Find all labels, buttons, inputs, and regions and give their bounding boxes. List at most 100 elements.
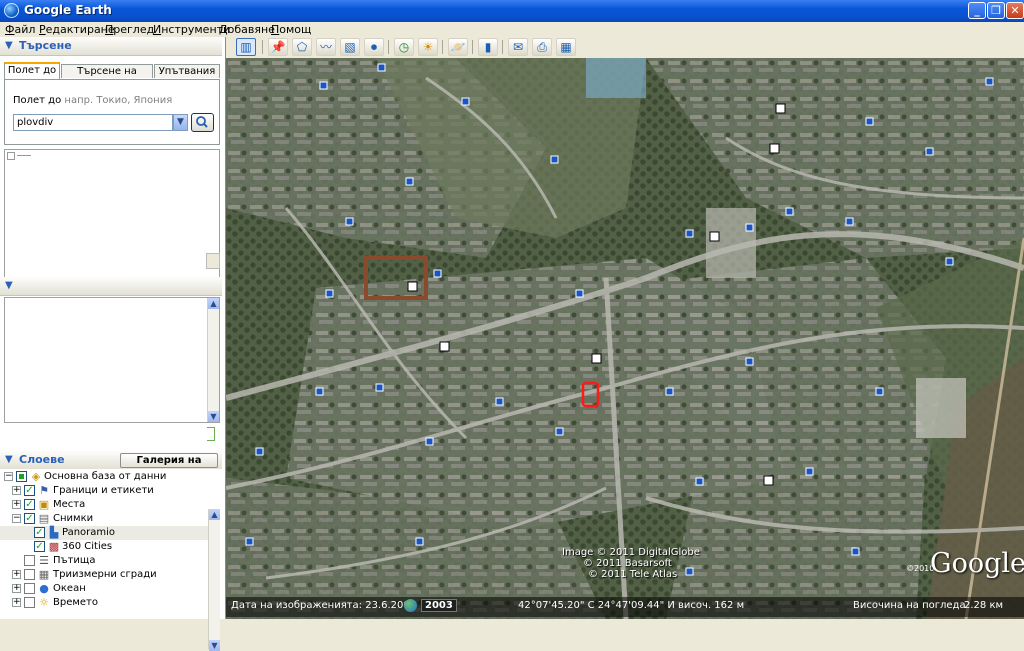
satellite-imagery <box>226 58 1024 619</box>
overlay-icon[interactable]: ▧ <box>340 38 360 56</box>
layer-row[interactable]: + ☼ Времето <box>0 596 208 610</box>
search-input[interactable]: plovdiv <box>13 114 173 131</box>
places-panel-header[interactable]: ▼ <box>0 277 222 296</box>
layer-row[interactable]: ✓ ▩ 360 Cities <box>0 540 208 554</box>
layer-checkbox[interactable] <box>24 569 35 580</box>
layer-checkbox[interactable]: ✓ <box>24 513 35 524</box>
cities-icon: ▩ <box>48 540 60 553</box>
search-button[interactable] <box>191 113 214 132</box>
scroll-down-icon[interactable]: ▼ <box>208 411 219 422</box>
cursor-coordinates: 42°07'45.20" С 24°47'09.44" И височ. 162… <box>518 600 745 611</box>
title-bar: Google Earth _ ❐ ✕ <box>0 0 1024 22</box>
minimize-button[interactable]: _ <box>968 2 986 19</box>
expander-icon[interactable]: + <box>12 486 21 495</box>
placemark-icon[interactable]: 📌 <box>268 38 288 56</box>
menu-help[interactable]: Помощ <box>271 23 311 36</box>
layer-row[interactable]: + ✓ ▣ Места <box>0 498 208 512</box>
layer-row[interactable]: + ▦ Триизмерни сгради <box>0 568 208 582</box>
weather-icon: ☼ <box>39 596 49 609</box>
layer-checkbox[interactable] <box>24 555 35 566</box>
menu-edit[interactable]: Редактиране <box>39 23 115 36</box>
expander-icon[interactable]: + <box>12 584 21 593</box>
ruler-icon[interactable]: ▮ <box>478 38 498 56</box>
places-green-edge <box>207 427 215 441</box>
expander-icon[interactable]: + <box>12 570 21 579</box>
google-maps-icon[interactable]: ▦ <box>556 38 576 56</box>
toolbar-separator <box>442 40 443 54</box>
collapse-triangle-icon[interactable]: ▼ <box>5 454 13 465</box>
sunlight-icon[interactable]: ☀ <box>418 38 438 56</box>
layer-checkbox[interactable] <box>24 597 35 608</box>
close-button[interactable]: ✕ <box>1006 2 1024 19</box>
planets-icon[interactable]: 🪐 <box>448 38 468 56</box>
maximize-button[interactable]: ❐ <box>987 2 1005 19</box>
window-title: Google Earth <box>24 3 112 17</box>
layer-checkbox[interactable]: ✓ <box>34 527 45 538</box>
roads-icon: ☰ <box>39 554 49 567</box>
expander-icon[interactable]: − <box>4 472 13 481</box>
menu-view[interactable]: Преглед <box>105 23 154 36</box>
layer-row[interactable]: + ✓ ⚑ Граници и етикети <box>0 484 208 498</box>
status-bar: Дата на изображенията: 23.6.2007 2003 42… <box>226 597 1024 617</box>
layers-scrollbar[interactable]: ▲ ▼ <box>208 509 220 651</box>
polygon-icon[interactable]: ⬠ <box>292 38 312 56</box>
expander-icon[interactable]: − <box>12 514 21 523</box>
layer-label: Пътища <box>53 555 96 566</box>
toolbar-separator <box>262 40 263 54</box>
flag-icon: ⚑ <box>39 484 49 497</box>
layer-row-selected[interactable]: ✓ ▙ Panoramio <box>0 526 208 540</box>
tab-business-search[interactable]: Търсене на фирми <box>61 64 153 90</box>
layer-row[interactable]: − ◈ Основна база от данни <box>0 470 208 484</box>
layers-panel-header[interactable]: ▼ Слоеве Галерия на Земя <box>0 451 222 479</box>
db-icon: ◈ <box>31 470 41 483</box>
collapse-triangle-icon[interactable]: ▼ <box>5 280 13 291</box>
layer-label: Времето <box>53 597 98 608</box>
layer-row[interactable]: + ● Океан <box>0 582 208 596</box>
results-collapse-icon[interactable] <box>7 152 15 160</box>
collapse-triangle-icon[interactable]: ▼ <box>5 40 13 51</box>
photo-icon: ▤ <box>38 512 50 525</box>
layer-label: Океан <box>53 583 86 594</box>
layer-row[interactable]: ☰ Пътища <box>0 554 208 568</box>
historical-imagery-icon[interactable] <box>404 599 417 612</box>
eye-altitude-label: Височина на погледа <box>853 600 966 611</box>
menu-add[interactable]: Добавяне <box>219 23 275 36</box>
earth-gallery-button[interactable]: Галерия на Земя <box>120 453 218 479</box>
dropdown-arrow-icon[interactable]: ▼ <box>173 114 188 131</box>
layer-checkbox[interactable] <box>24 583 35 594</box>
layer-checkbox[interactable]: ✓ <box>34 541 45 552</box>
map-view[interactable]: Image © 2011 DigitalGlobe © 2011 Basarso… <box>226 58 1024 619</box>
layer-checkbox[interactable]: ✓ <box>24 485 35 496</box>
layer-row[interactable]: − ✓ ▤ Снимки <box>0 512 208 526</box>
toolbar-separator <box>388 40 389 54</box>
menu-file[interactable]: Файл <box>5 23 35 36</box>
imagery-year[interactable]: 2003 <box>421 599 457 612</box>
search-panel-header[interactable]: ▼ Търсене <box>0 37 222 56</box>
historical-imagery-icon[interactable]: ◷ <box>394 38 414 56</box>
tab-fly-to[interactable]: Полет до <box>4 62 60 79</box>
expander-icon[interactable]: + <box>12 598 21 607</box>
tab-directions[interactable]: Упътвания <box>154 64 220 78</box>
scroll-up-icon[interactable]: ▲ <box>209 509 220 520</box>
tour-icon[interactable]: ⏺ <box>364 38 384 56</box>
email-icon[interactable]: ✉ <box>508 38 528 56</box>
layer-label: Panoramio <box>62 527 116 538</box>
path-icon[interactable]: 〰 <box>316 38 336 56</box>
results-side-button[interactable] <box>206 253 220 269</box>
sidebar-toggle-icon[interactable]: ▥ <box>236 38 256 56</box>
layer-checkbox[interactable]: ✓ <box>24 499 35 510</box>
expander-icon[interactable]: + <box>12 500 21 509</box>
places-scrollbar[interactable]: ▲ ▼ <box>207 298 219 422</box>
search-results-list[interactable] <box>4 149 220 281</box>
google-earth-icon <box>4 3 19 18</box>
toolbar: ▥ 📌 ⬠ 〰 ▧ ⏺ ◷ ☀ 🪐 ▮ ✉ ⎙ ▦ <box>226 37 1024 58</box>
layer-checkbox[interactable] <box>16 471 27 482</box>
print-icon[interactable]: ⎙ <box>532 38 552 56</box>
scroll-down-icon[interactable]: ▼ <box>209 640 220 651</box>
layer-label: 360 Cities <box>62 541 113 552</box>
eye-altitude-value: 2.28 км <box>964 600 1004 611</box>
layer-label: Снимки <box>53 513 94 524</box>
scroll-up-icon[interactable]: ▲ <box>208 298 219 309</box>
layer-label: Триизмерни сгради <box>53 569 157 580</box>
places-tree[interactable]: ▲ ▼ <box>4 297 220 423</box>
